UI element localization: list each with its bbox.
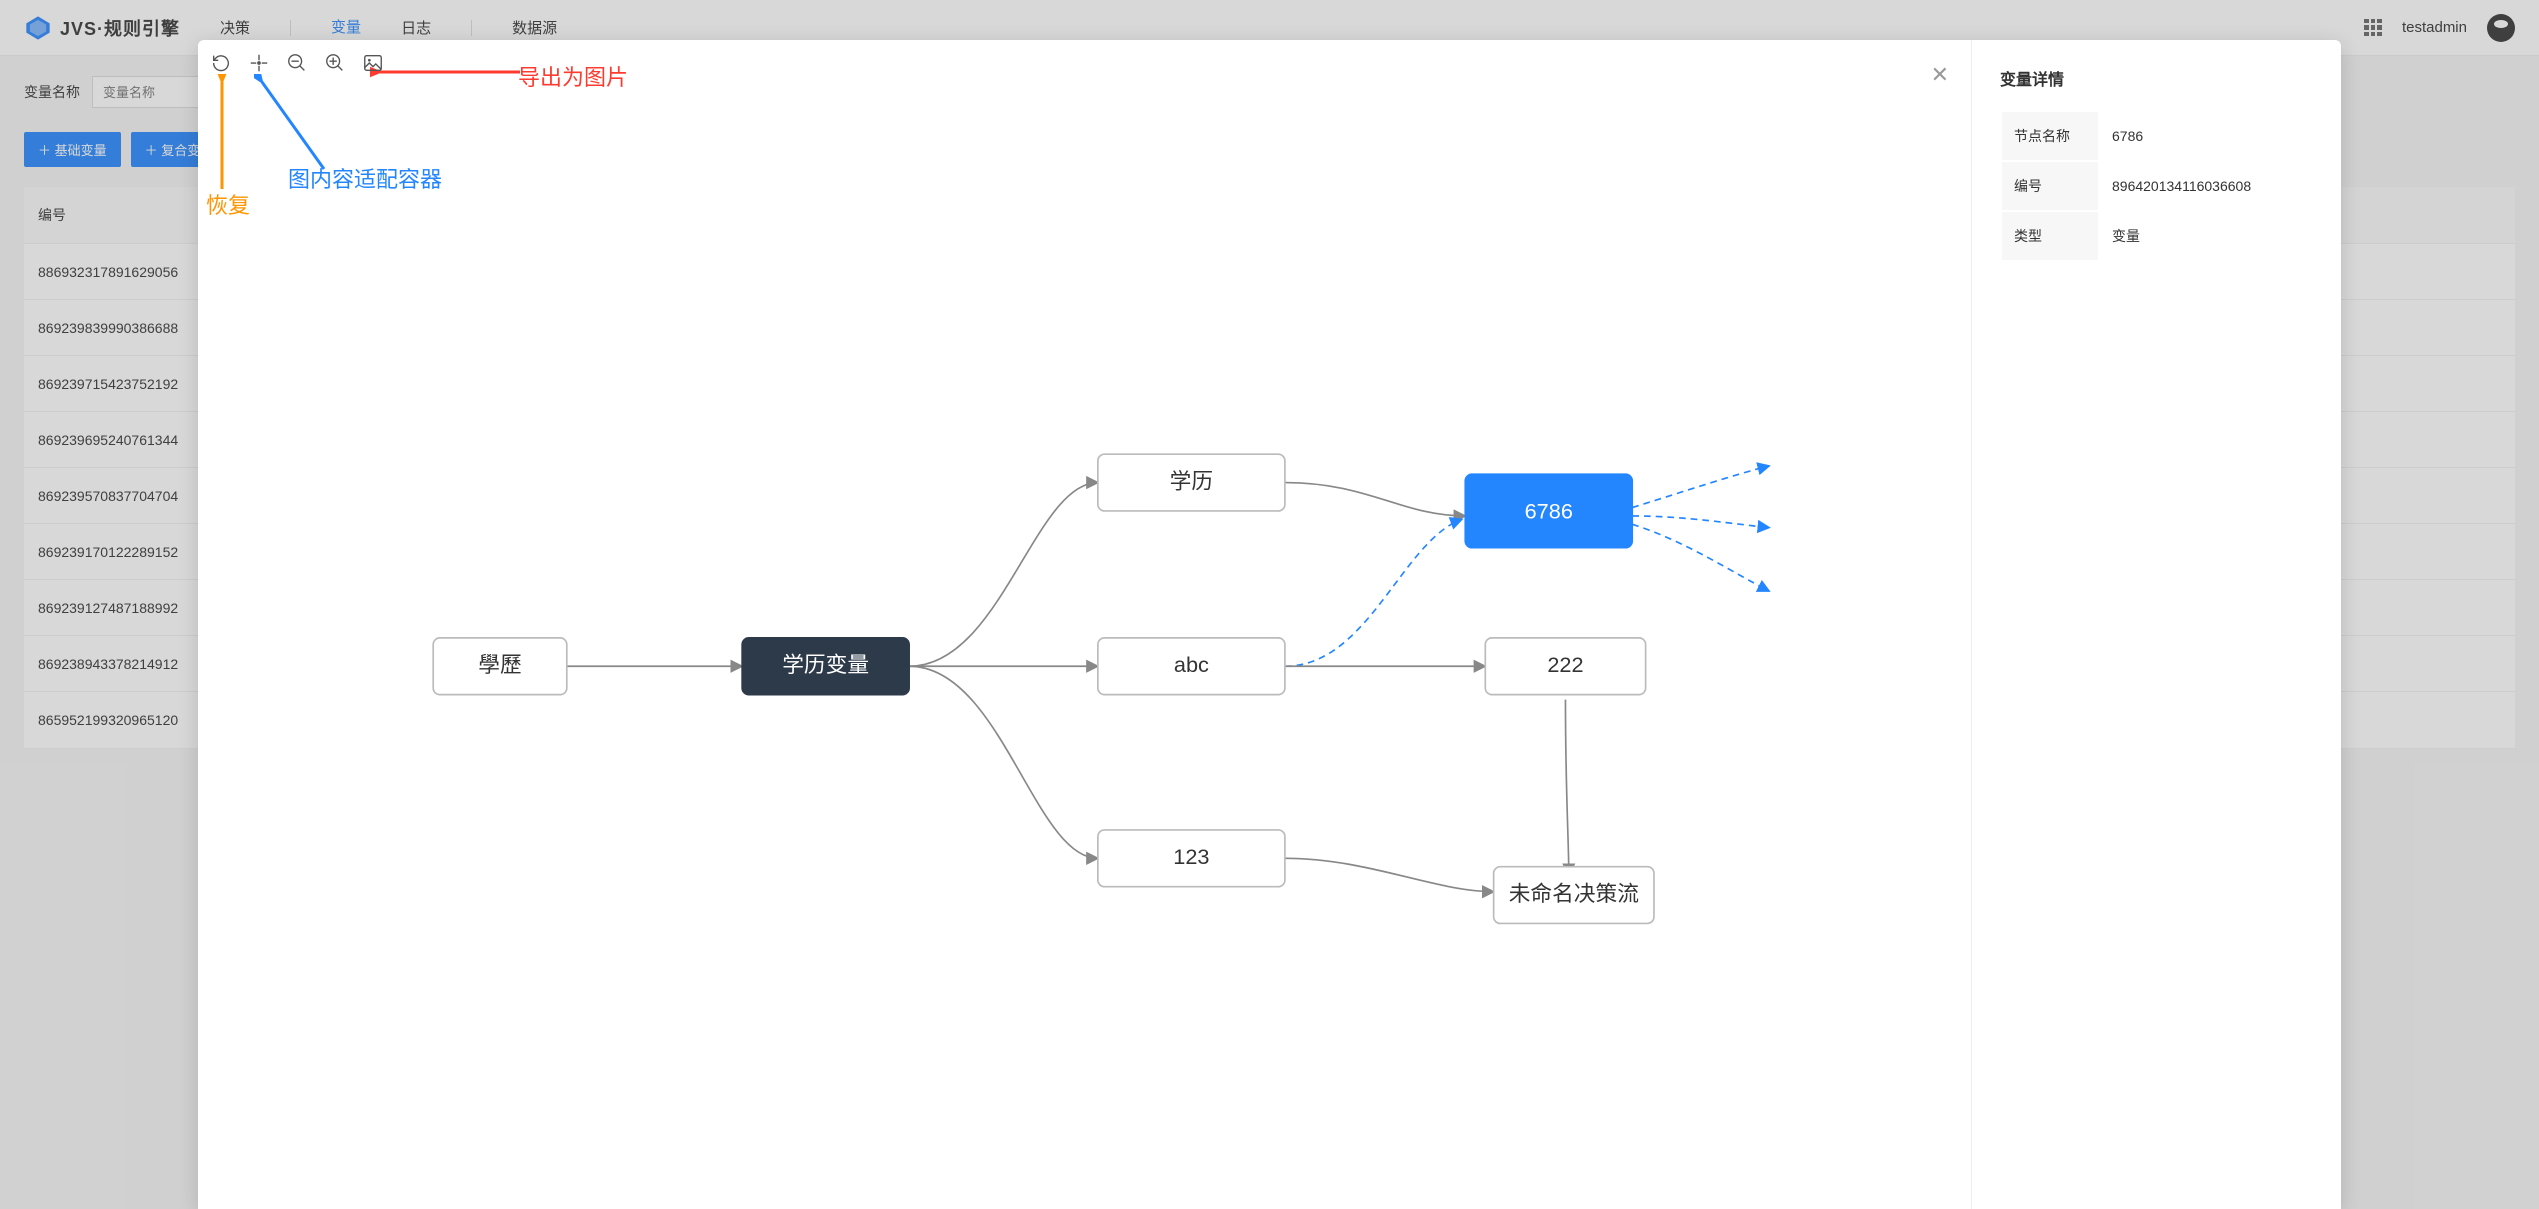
detail-node-name-label: 节点名称 (2002, 112, 2098, 160)
detail-panel: 变量详情 节点名称6786 编号896420134116036608 类型变量 (1971, 40, 2341, 1209)
svg-text:學歷: 學歷 (478, 652, 521, 677)
zoom-in-icon[interactable] (324, 52, 346, 74)
svg-text:123: 123 (1173, 844, 1209, 869)
fit-icon[interactable] (248, 52, 270, 74)
svg-text:学历变量: 学历变量 (782, 652, 869, 677)
svg-text:学历: 学历 (1170, 468, 1213, 493)
export-image-icon[interactable] (362, 52, 384, 74)
restore-icon[interactable] (210, 52, 232, 74)
detail-type-label: 类型 (2002, 212, 2098, 260)
detail-node-name: 6786 (2100, 112, 2311, 160)
graph-canvas[interactable]: ✕ 导出为图片 图内容适配容器 恢复 (198, 40, 1971, 1209)
svg-text:222: 222 (1547, 652, 1583, 677)
svg-text:未命名决策流: 未命名决策流 (1509, 881, 1639, 906)
graph-modal: ✕ 导出为图片 图内容适配容器 恢复 (198, 40, 2341, 1209)
svg-text:abc: abc (1174, 652, 1209, 677)
detail-id: 896420134116036608 (2100, 162, 2311, 210)
zoom-out-icon[interactable] (286, 52, 308, 74)
graph-svg: 學歷 学历变量 学历 abc 123 6786 222 未命名决策流 (198, 40, 1971, 1209)
detail-id-label: 编号 (2002, 162, 2098, 210)
svg-text:6786: 6786 (1525, 498, 1573, 523)
graph-toolbar (210, 52, 384, 74)
detail-title: 变量详情 (2000, 66, 2313, 90)
detail-type: 变量 (2100, 212, 2311, 260)
close-icon[interactable]: ✕ (1931, 62, 1949, 88)
